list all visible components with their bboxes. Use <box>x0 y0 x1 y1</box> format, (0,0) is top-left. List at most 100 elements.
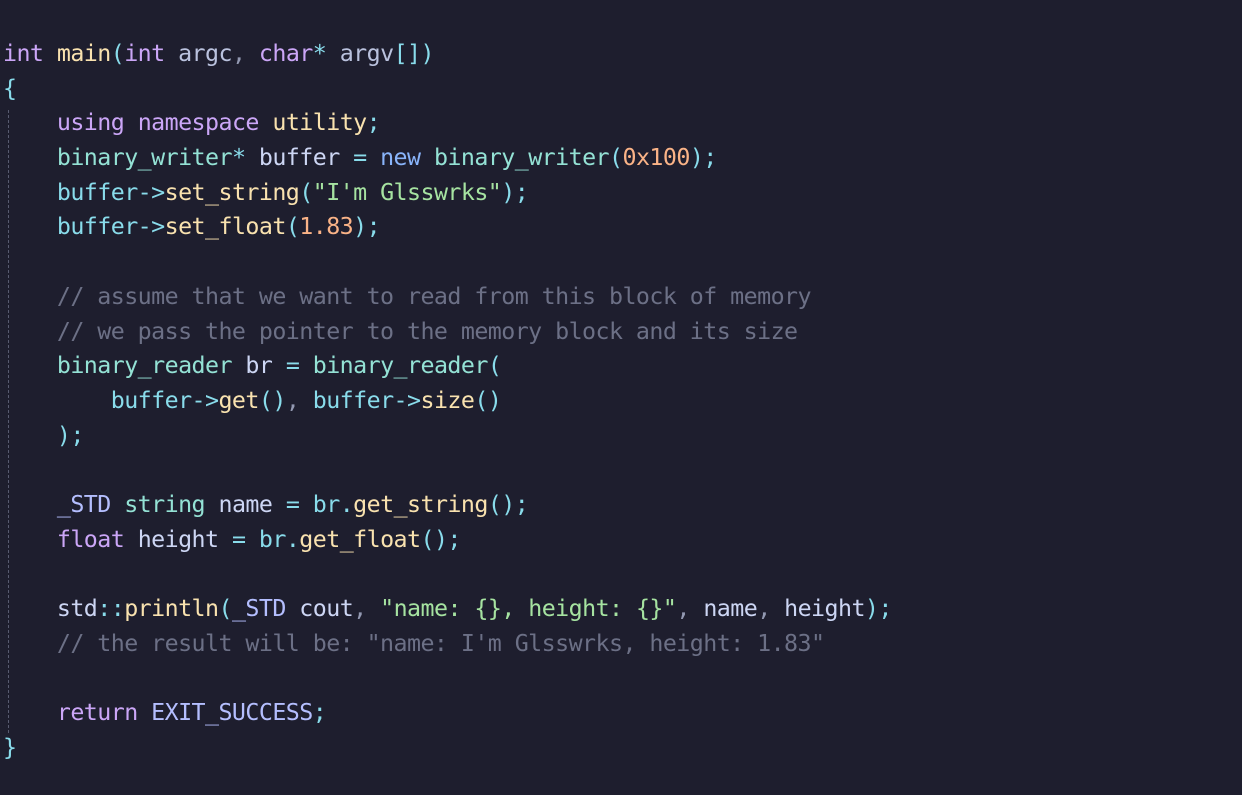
code-token: utility <box>272 109 367 137</box>
code-line[interactable]: ); <box>3 419 892 454</box>
code-token: () <box>474 386 502 414</box>
code-token: new <box>380 144 421 172</box>
code-token: -> <box>137 178 165 206</box>
code-token: ( <box>218 595 232 622</box>
code-token: buffer <box>56 213 138 241</box>
code-line[interactable] <box>3 453 892 488</box>
code-editor[interactable]: int main(int argc, char* argv[]){ using … <box>0 0 1242 795</box>
code-token: br <box>258 525 286 553</box>
code-token: binary_reader <box>312 352 489 380</box>
code-token: argc <box>178 40 232 67</box>
code-line[interactable]: return EXIT_SUCCESS; <box>3 696 892 731</box>
code-token: -> <box>191 386 219 414</box>
code-token: namespace <box>137 109 260 137</box>
code-block[interactable]: int main(int argc, char* argv[]){ using … <box>3 37 892 765</box>
code-token: . <box>285 525 300 553</box>
code-token: ); <box>864 595 892 622</box>
code-token: buffer <box>110 386 192 414</box>
code-token: = <box>285 352 300 380</box>
code-token: , <box>353 595 381 622</box>
code-line[interactable]: float height = br.get_float(); <box>3 523 892 558</box>
code-token: ); <box>56 421 84 449</box>
code-token: br <box>245 352 273 380</box>
code-token: , <box>231 40 259 67</box>
code-token: _STD <box>56 490 111 518</box>
code-token: ); <box>353 213 381 241</box>
code-token: ( <box>609 144 623 172</box>
code-token: int <box>124 40 165 67</box>
code-token: get <box>218 386 259 414</box>
code-token: ( <box>110 40 125 67</box>
code-token: float <box>56 525 125 553</box>
code-token: // assume that we want to read from this… <box>56 282 812 310</box>
code-token: ( <box>299 178 313 206</box>
code-line[interactable]: buffer->set_string("I'm Glsswrks"); <box>3 176 892 211</box>
code-token: binary_writer <box>56 144 233 172</box>
code-line[interactable]: } <box>3 731 892 766</box>
code-line[interactable] <box>3 245 892 280</box>
code-line[interactable]: binary_reader br = binary_reader( <box>3 349 892 384</box>
code-line[interactable]: // we pass the pointer to the memory blo… <box>3 315 892 350</box>
code-token: { <box>3 74 17 102</box>
code-token: using <box>56 109 125 137</box>
code-token: 1.83 <box>299 213 354 241</box>
code-token: "I'm Glsswrks" <box>312 178 502 206</box>
code-line[interactable]: buffer->set_float(1.83); <box>3 210 892 245</box>
code-token: name <box>703 595 758 622</box>
code-line[interactable] <box>3 661 892 696</box>
code-token: char <box>258 40 313 67</box>
code-token: set_float <box>164 213 287 241</box>
code-token: EXIT_SUCCESS <box>151 699 313 727</box>
code-line[interactable]: using namespace utility; <box>3 106 892 141</box>
code-token: main <box>56 40 111 67</box>
code-token: ( <box>285 213 300 241</box>
code-token: , <box>676 595 704 622</box>
code-token: println <box>124 595 219 622</box>
code-token: _STD <box>231 595 286 622</box>
code-line[interactable]: buffer->get(), buffer->size() <box>3 384 892 419</box>
code-line[interactable]: binary_writer* buffer = new binary_write… <box>3 141 892 176</box>
code-token: ; <box>312 699 327 727</box>
code-token: int <box>3 40 44 67</box>
code-line[interactable]: _STD string name = br.get_string(); <box>3 488 892 523</box>
code-line[interactable]: std::println(_STD cout, "name: {}, heigh… <box>3 592 893 627</box>
code-token: } <box>3 733 17 761</box>
code-line[interactable]: // the result will be: "name: I'm Glsswr… <box>3 627 892 662</box>
code-token: // we pass the pointer to the memory blo… <box>56 317 798 345</box>
code-line[interactable]: int main(int argc, char* argv[]) <box>3 37 892 72</box>
code-line[interactable]: // assume that we want to read from this… <box>3 280 892 315</box>
code-token: return <box>56 699 138 727</box>
code-token: size <box>420 386 475 414</box>
code-line[interactable] <box>3 557 892 592</box>
code-token: ); <box>689 144 717 172</box>
code-line[interactable]: { <box>3 72 892 107</box>
code-token: buffer <box>258 144 340 172</box>
